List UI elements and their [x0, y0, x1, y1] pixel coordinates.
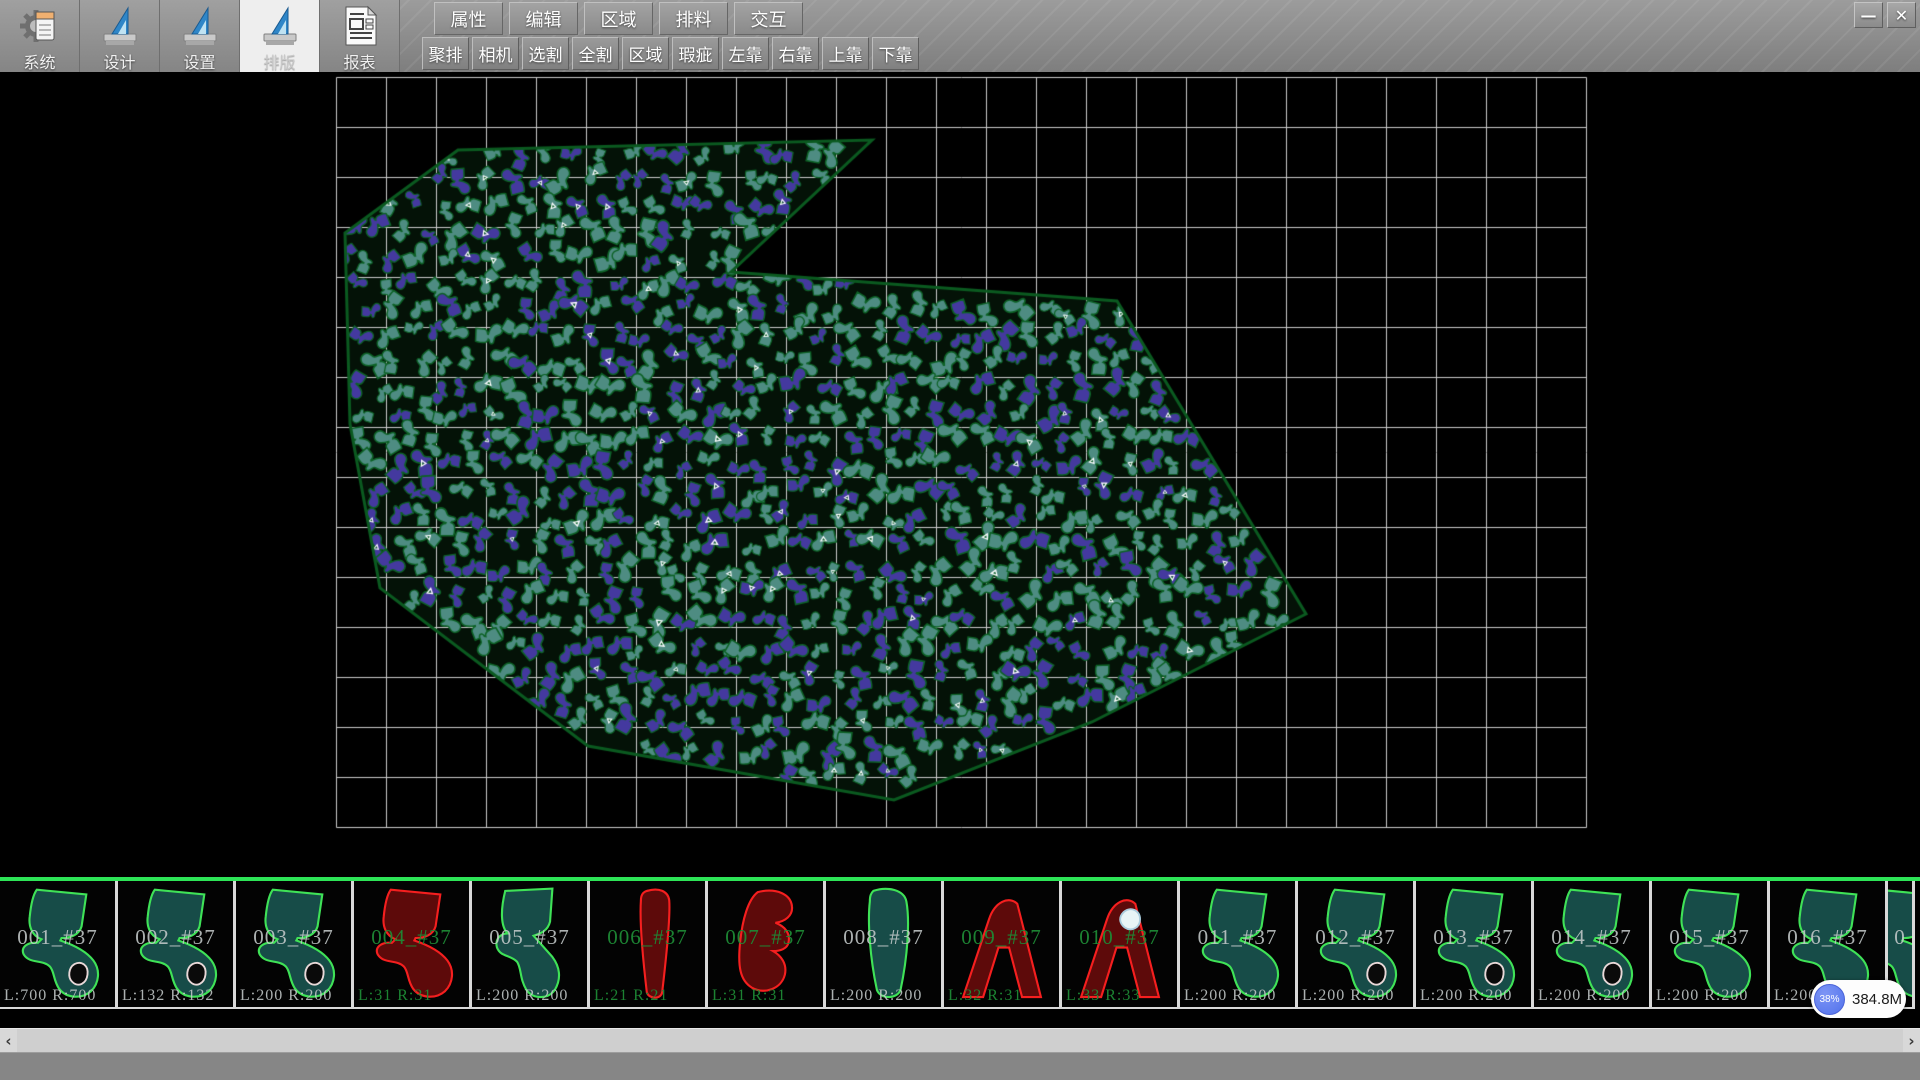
app-tab-2[interactable]: 设计 — [80, 0, 160, 72]
window-controls: — ✕ — [1854, 2, 1916, 28]
piece-id-label: 011_#37 — [1180, 925, 1295, 950]
thumbnail-cell-10[interactable]: 010_#37 L:33 R:33 — [1062, 881, 1180, 1009]
horizontal-scrollbar[interactable]: ‹ › — [0, 1028, 1920, 1052]
app-tab-label: 设计 — [103, 49, 135, 73]
tool-button-8[interactable]: 右靠 — [772, 37, 819, 70]
header: 系统设计设置排版报表 属性编辑区域排料交互 聚排相机选割全割区域瑕疵左靠右靠上靠… — [0, 0, 1920, 72]
piece-count-label: L:200 R:200 — [240, 987, 332, 1005]
ruler-icon — [98, 4, 142, 48]
report-icon — [338, 4, 382, 48]
nesting-app-window: 系统设计设置排版报表 属性编辑区域排料交互 聚排相机选割全割区域瑕疵左靠右靠上靠… — [0, 0, 1920, 1080]
piece-id-label: 009_#37 — [944, 925, 1059, 950]
piece-id-label: 014_#37 — [1534, 925, 1649, 950]
scroll-right-arrow-icon[interactable]: › — [1903, 1029, 1920, 1053]
memory-value: 384.8M — [1852, 991, 1902, 1008]
piece-count-label: L:200 R:200 — [830, 987, 922, 1005]
app-tab-3[interactable]: 设置 — [160, 0, 240, 72]
app-tab-5[interactable]: 报表 — [320, 0, 400, 72]
piece-id-label: 016_#37 — [1770, 925, 1885, 950]
piece-id-label: 004_#37 — [354, 925, 469, 950]
tool-button-10[interactable]: 下靠 — [872, 37, 919, 70]
piece-id-label: 010_#37 — [1062, 925, 1177, 950]
thumbnail-cell-6[interactable]: 006_#37 L:21 R:21 — [590, 881, 708, 1009]
ruler-icon — [258, 4, 302, 48]
piece-count-label: L:200 R:200 — [1184, 987, 1276, 1005]
memory-badge: 38% 384.8M — [1811, 980, 1906, 1018]
thumbnail-cell-11[interactable]: 011_#37 L:200 R:200 — [1180, 881, 1298, 1009]
piece-id-label: 006_#37 — [590, 925, 705, 950]
piece-id-label: 001_#37 — [0, 925, 115, 950]
piece-count-label: L:700 R:700 — [4, 987, 96, 1005]
tool-button-4[interactable]: 全割 — [572, 37, 619, 70]
thumbnail-cell-13[interactable]: 013_#37 L:200 R:200 — [1416, 881, 1534, 1009]
thumbnail-cell-5[interactable]: 005_#37 L:200 R:200 — [472, 881, 590, 1009]
piece-id-label: 0 — [1888, 925, 1912, 950]
piece-count-label: L:200 R:200 — [476, 987, 568, 1005]
toolbar: 聚排相机选割全割区域瑕疵左靠右靠上靠下靠 — [422, 37, 922, 71]
status-bar — [0, 1052, 1920, 1080]
app-tab-4[interactable]: 排版 — [240, 0, 320, 72]
piece-id-label: 015_#37 — [1652, 925, 1767, 950]
piece-count-label: L:31 R:31 — [712, 987, 786, 1005]
thumbnail-cell-1[interactable]: 001_#37 L:700 R:700 — [0, 881, 118, 1009]
app-tab-label: 系统 — [23, 49, 55, 73]
piece-count-label: L:32 R:31 — [948, 987, 1022, 1005]
tool-button-3[interactable]: 选割 — [522, 37, 569, 70]
piece-id-label: 007_#37 — [708, 925, 823, 950]
piece-count-label: L:200 R:200 — [1656, 987, 1748, 1005]
piece-count-label: L:200 R:200 — [1538, 987, 1630, 1005]
thumbnail-cell-15[interactable]: 015_#37 L:200 R:200 — [1652, 881, 1770, 1009]
thumbnail-cell-8[interactable]: 008_#37 L:200 R:200 — [826, 881, 944, 1009]
app-tab-label: 设置 — [183, 49, 215, 73]
menu-item-4[interactable]: 排料 — [659, 2, 728, 35]
gear-icon — [18, 4, 62, 48]
ruler-icon — [178, 4, 222, 48]
menu-bar: 属性编辑区域排料交互 — [434, 2, 809, 36]
tool-button-7[interactable]: 左靠 — [722, 37, 769, 70]
piece-count-label: L:33 R:33 — [1066, 987, 1140, 1005]
memory-percent-circle: 38% — [1814, 984, 1845, 1015]
nesting-canvas[interactable] — [0, 72, 1920, 877]
piece-id-label: 005_#37 — [472, 925, 587, 950]
piece-id-label: 003_#37 — [236, 925, 351, 950]
tool-button-9[interactable]: 上靠 — [822, 37, 869, 70]
piece-id-label: 002_#37 — [118, 925, 233, 950]
minimize-button[interactable]: — — [1854, 2, 1883, 28]
menu-item-3[interactable]: 区域 — [584, 2, 653, 35]
piece-id-label: 013_#37 — [1416, 925, 1531, 950]
menu-item-2[interactable]: 编辑 — [509, 2, 578, 35]
piece-count-label: L:200 R:200 — [1420, 987, 1512, 1005]
thumbnail-cell-3[interactable]: 003_#37 L:200 R:200 — [236, 881, 354, 1009]
app-tab-label: 报表 — [343, 49, 375, 73]
scroll-left-arrow-icon[interactable]: ‹ — [0, 1029, 17, 1053]
menu-item-1[interactable]: 属性 — [434, 2, 503, 35]
piece-count-label: L:132 R:132 — [122, 987, 214, 1005]
piece-count-label: L:31 R:31 — [358, 987, 432, 1005]
thumbnail-list: 001_#37 L:700 R:700 002_#37 L:132 R:132 003_… — [0, 881, 1915, 1009]
tool-button-5[interactable]: 区域 — [622, 37, 669, 70]
thumbnail-cell-2[interactable]: 002_#37 L:132 R:132 — [118, 881, 236, 1009]
app-tab-bar: 系统 设计 设置 排版 报表 — [0, 0, 400, 72]
close-button[interactable]: ✕ — [1887, 2, 1916, 28]
piece-count-label: L:200 R:200 — [1302, 987, 1394, 1005]
piece-id-label: 008_#37 — [826, 925, 941, 950]
thumbnail-cell-14[interactable]: 014_#37 L:200 R:200 — [1534, 881, 1652, 1009]
tool-button-6[interactable]: 瑕疵 — [672, 37, 719, 70]
thumbnail-strip: 001_#37 L:700 R:700 002_#37 L:132 R:132 003_… — [0, 877, 1920, 1028]
thumbnail-cell-7[interactable]: 007_#37 L:31 R:31 — [708, 881, 826, 1009]
app-tab-1[interactable]: 系统 — [0, 0, 80, 72]
piece-id-label: 012_#37 — [1298, 925, 1413, 950]
thumbnail-cell-4[interactable]: 004_#37 L:31 R:31 — [354, 881, 472, 1009]
thumbnail-cell-9[interactable]: 009_#37 L:32 R:31 — [944, 881, 1062, 1009]
thumbnail-cell-12[interactable]: 012_#37 L:200 R:200 — [1298, 881, 1416, 1009]
menu-item-5[interactable]: 交互 — [734, 2, 803, 35]
piece-count-label: L:21 R:21 — [594, 987, 668, 1005]
tool-button-2[interactable]: 相机 — [472, 37, 519, 70]
tool-button-1[interactable]: 聚排 — [422, 37, 469, 70]
app-tab-label: 排版 — [263, 49, 295, 73]
